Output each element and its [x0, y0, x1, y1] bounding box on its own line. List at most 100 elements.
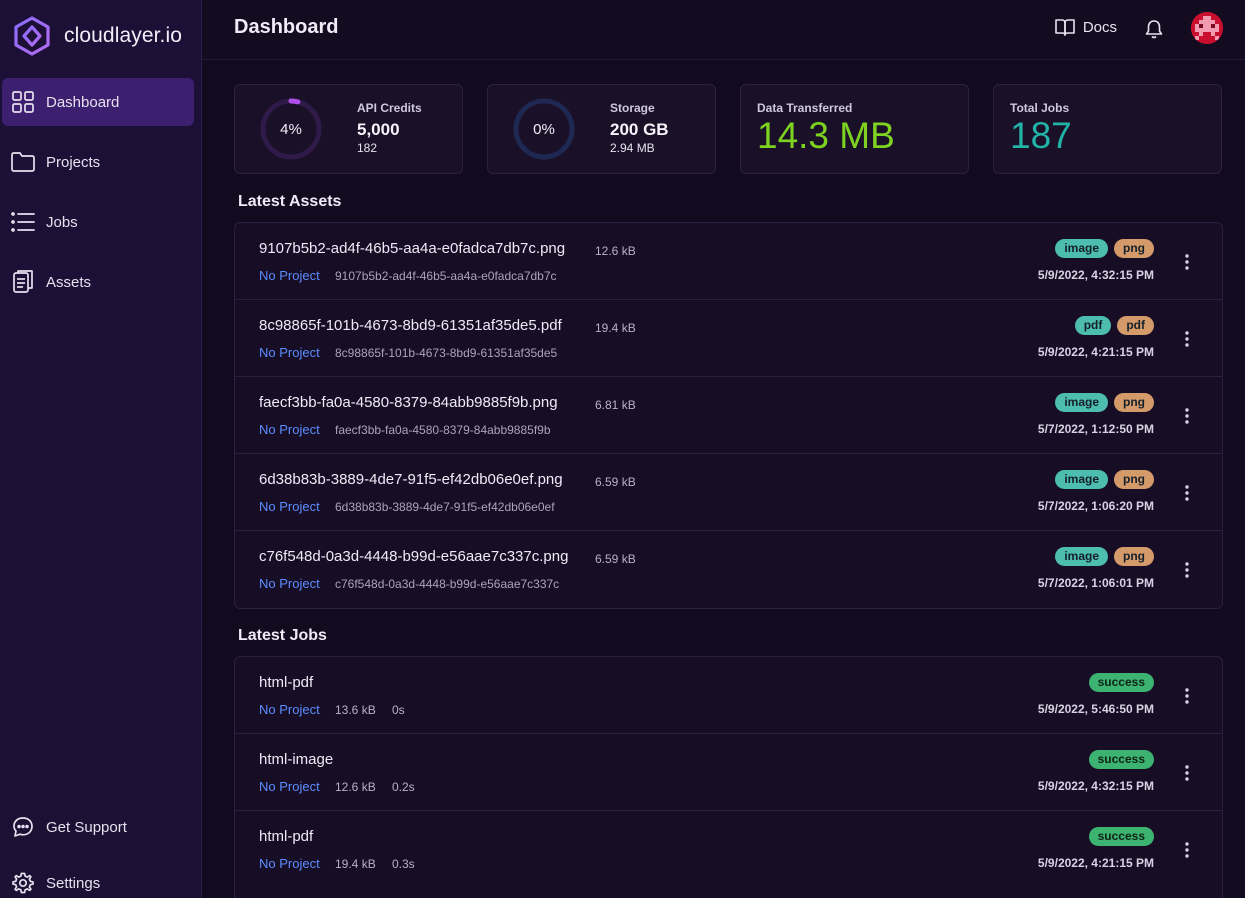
sidebar-item-label: Settings — [46, 874, 101, 892]
more-vertical-icon[interactable] — [1178, 251, 1196, 273]
latest-assets-title: Latest Assets — [238, 193, 342, 210]
job-project-link[interactable]: No Project — [259, 779, 320, 794]
top-header: Dashboard Docs — [202, 0, 1245, 60]
more-vertical-icon[interactable] — [1178, 559, 1196, 581]
asset-name[interactable]: 8c98865f-101b-4673-8bd9-61351af35de5.pdf — [259, 317, 562, 334]
asset-date: 5/7/2022, 1:06:01 PM — [1037, 576, 1154, 590]
more-vertical-icon[interactable] — [1178, 685, 1196, 707]
asset-name[interactable]: 9107b5b2-ad4f-46b5-aa4a-e0fadca7db7c.png — [259, 240, 565, 257]
asset-size: 6.81 kB — [595, 398, 636, 412]
asset-date: 5/9/2022, 4:32:15 PM — [1037, 268, 1154, 282]
api-credits-percent: 4% — [280, 120, 302, 138]
sidebar-item-assets[interactable]: Assets — [2, 258, 194, 306]
asset-tags: image png — [1049, 470, 1154, 489]
asset-row[interactable]: c76f548d-0a3d-4448-b99d-e56aae7c337c.png… — [235, 531, 1222, 608]
total-jobs-title: Total Jobs — [1010, 101, 1070, 115]
job-name[interactable]: html-image — [259, 751, 333, 768]
assets-list: 9107b5b2-ad4f-46b5-aa4a-e0fadca7db7c.png… — [234, 222, 1223, 609]
job-duration: 0.3s — [392, 857, 415, 871]
book-icon — [1055, 18, 1075, 36]
notifications-bell-icon[interactable] — [1145, 19, 1163, 44]
asset-hash: 6d38b83b-3889-4de7-91f5-ef42db06e0ef — [335, 500, 555, 514]
sidebar-item-jobs[interactable]: Jobs — [2, 198, 194, 246]
asset-row[interactable]: faecf3bb-fa0a-4580-8379-84abb9885f9b.png… — [235, 377, 1222, 454]
docs-label: Docs — [1082, 18, 1117, 36]
more-vertical-icon[interactable] — [1178, 405, 1196, 427]
asset-tag-ext: png — [1114, 547, 1154, 566]
job-size: 12.6 kB — [335, 780, 376, 794]
sidebar-item-projects[interactable]: Projects — [2, 138, 194, 186]
sidebar-item-dashboard[interactable]: Dashboard — [2, 78, 194, 126]
jobs-list: html-pdf No Project 13.6 kB 0s success 5… — [234, 656, 1223, 898]
asset-row[interactable]: 6d38b83b-3889-4de7-91f5-ef42db06e0ef.png… — [235, 454, 1222, 531]
asset-project-link[interactable]: No Project — [259, 576, 320, 591]
folder-icon — [10, 149, 36, 175]
asset-tags: image png — [1049, 239, 1154, 258]
data-transferred-value: 14.3 MB — [757, 115, 895, 156]
asset-name[interactable]: c76f548d-0a3d-4448-b99d-e56aae7c337c.png — [259, 548, 568, 565]
more-vertical-icon[interactable] — [1178, 762, 1196, 784]
stats-row: 4% API Credits 5,000 182 0% Storage 200 … — [234, 84, 1222, 174]
sidebar-item-settings[interactable]: Settings — [2, 859, 194, 898]
sidebar: cloudlayer.io Dashboard Projects Jobs As… — [0, 0, 202, 898]
asset-size: 12.6 kB — [595, 244, 636, 258]
asset-tags: pdf pdf — [1069, 316, 1154, 335]
more-vertical-icon[interactable] — [1178, 839, 1196, 861]
page-title: Dashboard — [234, 16, 339, 38]
asset-row[interactable]: 8c98865f-101b-4673-8bd9-61351af35de5.pdf… — [235, 300, 1222, 377]
job-date: 5/9/2022, 4:21:15 PM — [1037, 856, 1154, 870]
sidebar-bottom-nav: Get Support Settings — [0, 803, 202, 898]
more-vertical-icon[interactable] — [1178, 328, 1196, 350]
docs-link[interactable]: Docs — [1055, 18, 1117, 36]
asset-hash: 9107b5b2-ad4f-46b5-aa4a-e0fadca7db7c — [335, 269, 557, 283]
job-tags: success — [1083, 750, 1154, 769]
stat-total-jobs: Total Jobs 187 — [993, 84, 1222, 174]
job-size: 13.6 kB — [335, 703, 376, 717]
more-vertical-icon[interactable] — [1178, 482, 1196, 504]
sidebar-item-label: Projects — [46, 153, 101, 171]
asset-project-link[interactable]: No Project — [259, 499, 320, 514]
asset-hash: 8c98865f-101b-4673-8bd9-61351af35de5 — [335, 346, 558, 360]
storage-used: 2.94 MB — [610, 141, 655, 155]
job-name[interactable]: html-pdf — [259, 674, 313, 691]
asset-tag-type: pdf — [1074, 316, 1112, 335]
data-transferred-title: Data Transferred — [757, 101, 853, 115]
avatar-pixel-icon — [1191, 12, 1223, 44]
job-project-link[interactable]: No Project — [259, 702, 320, 717]
asset-tag-ext: pdf — [1117, 316, 1154, 335]
job-name[interactable]: html-pdf — [259, 828, 313, 845]
job-row[interactable]: html-image No Project 12.6 kB 0.2s succe… — [235, 734, 1222, 811]
sidebar-item-label: Get Support — [46, 818, 127, 836]
job-row[interactable]: html-pdf No Project 19.4 kB 0.3s success… — [235, 811, 1222, 888]
asset-size: 6.59 kB — [595, 552, 636, 566]
asset-project-link[interactable]: No Project — [259, 422, 320, 437]
app: cloudlayer.io Dashboard Projects Jobs As… — [0, 0, 1245, 898]
job-row[interactable]: html-pdf No Project 13.6 kB 0s success 5… — [235, 657, 1222, 734]
user-avatar[interactable] — [1191, 12, 1223, 44]
stat-storage: 0% Storage 200 GB 2.94 MB — [487, 84, 716, 174]
job-status-badge: success — [1088, 673, 1154, 692]
asset-size: 19.4 kB — [595, 321, 636, 335]
sidebar-item-get-support[interactable]: Get Support — [2, 803, 194, 851]
asset-project-link[interactable]: No Project — [259, 345, 320, 360]
asset-name[interactable]: 6d38b83b-3889-4de7-91f5-ef42db06e0ef.png — [259, 471, 563, 488]
storage-percent: 0% — [533, 120, 555, 138]
brand-name: cloudlayer.io — [64, 24, 183, 47]
sidebar-item-label: Dashboard — [46, 93, 120, 111]
asset-date: 5/7/2022, 1:06:20 PM — [1037, 499, 1154, 513]
asset-project-link[interactable]: No Project — [259, 268, 320, 283]
asset-row[interactable]: 9107b5b2-ad4f-46b5-aa4a-e0fadca7db7c.png… — [235, 223, 1222, 300]
storage-title: Storage — [610, 101, 655, 115]
job-status-badge: success — [1088, 750, 1154, 769]
asset-tag-ext: png — [1114, 239, 1154, 258]
documents-icon — [10, 269, 36, 295]
latest-jobs-title: Latest Jobs — [238, 627, 327, 644]
job-project-link[interactable]: No Project — [259, 856, 320, 871]
api-credits-used: 182 — [357, 141, 378, 155]
asset-name[interactable]: faecf3bb-fa0a-4580-8379-84abb9885f9b.png — [259, 394, 558, 411]
main-content: 4% API Credits 5,000 182 0% Storage 200 … — [202, 60, 1245, 898]
brand[interactable]: cloudlayer.io — [10, 14, 182, 58]
api-credits-title: API Credits — [357, 101, 422, 115]
job-status-badge: success — [1088, 827, 1154, 846]
job-size: 19.4 kB — [335, 857, 376, 871]
